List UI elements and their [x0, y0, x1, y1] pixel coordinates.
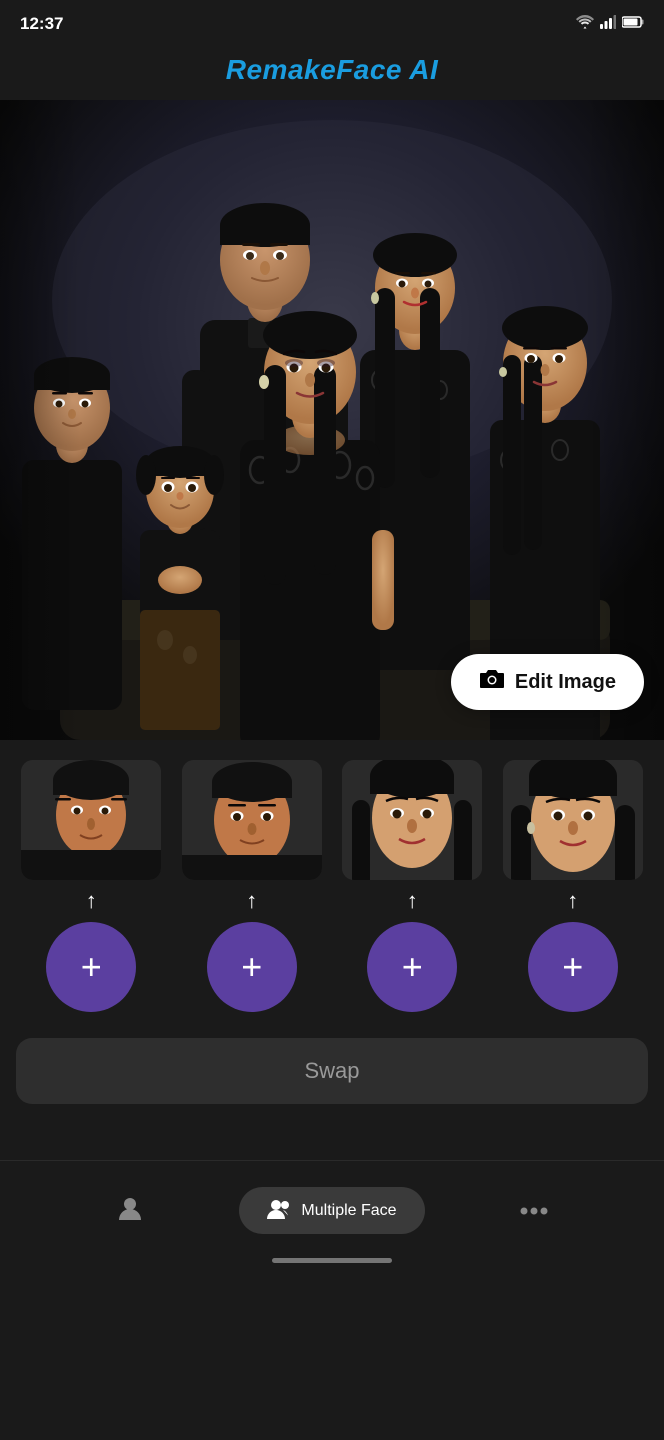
face-column-1: ↑ +	[16, 760, 167, 1012]
wifi-icon	[576, 15, 594, 34]
nav-item-profile[interactable]	[20, 1194, 239, 1227]
edit-image-label: Edit Image	[515, 671, 616, 694]
face-row: ↑ + ↑ +	[16, 760, 648, 1012]
face-column-4: ↑ +	[498, 760, 649, 1012]
upload-arrow-4: ↑	[567, 890, 578, 912]
camera-icon	[479, 668, 505, 696]
face-column-2: ↑ +	[177, 760, 328, 1012]
status-icons	[576, 15, 644, 34]
add-face-button-4[interactable]: +	[528, 922, 618, 1012]
upload-arrow-1: ↑	[86, 890, 97, 912]
signal-icon	[600, 15, 616, 34]
face-thumbnail-1	[21, 760, 161, 880]
edit-image-button[interactable]: Edit Image	[451, 654, 644, 710]
add-face-button-3[interactable]: +	[367, 922, 457, 1012]
upload-arrow-2: ↑	[246, 890, 257, 912]
nav-item-more[interactable]	[425, 1202, 644, 1220]
status-time: 12:37	[20, 14, 63, 34]
person-icon	[116, 1194, 144, 1227]
main-image-container: Edit Image	[0, 100, 664, 740]
add-face-button-1[interactable]: +	[46, 922, 136, 1012]
face-thumbnail-3	[342, 760, 482, 880]
swap-button[interactable]: Swap	[16, 1038, 648, 1104]
app-header: RemakeFace AI	[0, 44, 664, 100]
face-swap-section: ↑ + ↑ +	[0, 740, 664, 1022]
swap-section: Swap	[0, 1022, 664, 1120]
face-thumbnail-4	[503, 760, 643, 880]
add-face-button-2[interactable]: +	[207, 922, 297, 1012]
multiple-face-label: Multiple Face	[301, 1202, 396, 1220]
group-icon	[267, 1197, 293, 1224]
face-thumbnail-2	[182, 760, 322, 880]
family-portrait	[0, 100, 664, 740]
status-bar: 12:37	[0, 0, 664, 44]
bottom-navigation: Multiple Face	[0, 1160, 664, 1263]
more-icon	[520, 1202, 548, 1220]
upload-arrow-3: ↑	[407, 890, 418, 912]
nav-item-multiple-face[interactable]: Multiple Face	[239, 1187, 424, 1234]
home-indicator	[272, 1258, 392, 1263]
face-column-3: ↑ +	[337, 760, 488, 1012]
nav-items: Multiple Face	[0, 1177, 664, 1250]
main-image-background	[0, 100, 664, 740]
app-title: RemakeFace AI	[226, 54, 438, 85]
battery-icon	[622, 15, 644, 33]
